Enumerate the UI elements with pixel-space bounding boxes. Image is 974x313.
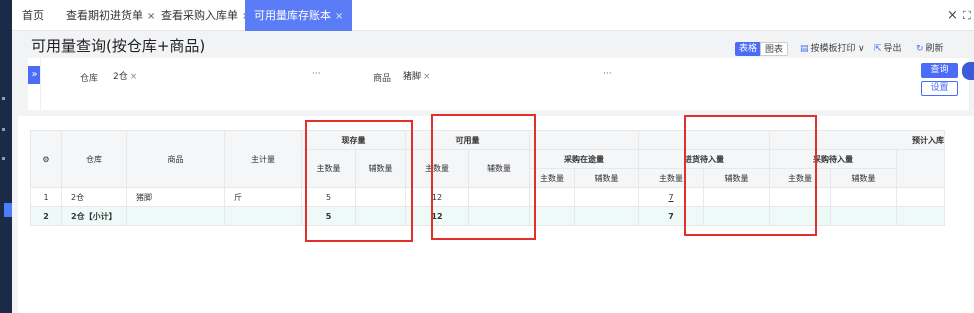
tab-opening-purchase[interactable]: 查看期初进货单 × (66, 0, 155, 31)
printer-icon: ▤ (800, 44, 809, 54)
cell-transit-main (529, 187, 575, 207)
print-template-button[interactable]: ▤ 按模板打印 (800, 42, 856, 56)
cell-unit: 斤 (224, 187, 302, 207)
tab-bar: 首页 查看期初进货单 × 查看采购入库单× 可用量库存账本 × × ⛶ (12, 0, 974, 31)
tab-home[interactable]: 首页 (22, 0, 44, 31)
export-label: 导出 (883, 44, 902, 54)
cell-transit-aux (574, 187, 639, 207)
cell-expected (896, 187, 945, 207)
chart-view-button[interactable]: 图表 (760, 42, 789, 56)
nav-dot (2, 97, 5, 100)
cell-transit-main (529, 206, 575, 226)
close-icon[interactable]: × (130, 72, 138, 82)
refresh-icon: ↻ (916, 44, 924, 54)
assistant-icon[interactable] (962, 62, 974, 80)
group-blank (529, 130, 639, 150)
export-icon: ⇱ (874, 44, 882, 54)
close-icon[interactable]: × (423, 72, 431, 82)
column-warehouse[interactable]: 仓库 (61, 130, 127, 188)
tab-purchase-receipt[interactable]: 查看采购入库单× (161, 0, 250, 31)
group-in-transit: 采购在途量 (529, 149, 639, 169)
product-label: 商品 (373, 74, 392, 84)
close-icon[interactable]: × (147, 11, 155, 22)
print-dropdown-icon[interactable]: ∨ (858, 42, 865, 56)
product-tag-label: 猪脚 (403, 72, 422, 82)
tab-available-ledger[interactable]: 可用量库存账本 × (245, 0, 353, 31)
sub-aux: 辅数量 (830, 168, 897, 188)
refresh-button[interactable]: ↻ 刷新 (916, 42, 944, 56)
annotation-box-pending-in (684, 115, 817, 236)
annotation-box-stock (305, 120, 413, 242)
cell-warehouse: 2仓【小计】 (61, 206, 127, 226)
page-title: 可用量查询(按仓库+商品) (31, 37, 206, 55)
close-icon[interactable]: × (335, 11, 343, 22)
row-index: 1 (30, 187, 62, 207)
warehouse-more-button[interactable]: ··· (312, 69, 321, 79)
warehouse-label: 仓库 (80, 74, 99, 84)
annotation-box-available (431, 114, 536, 240)
export-button[interactable]: ⇱ 导出 (874, 42, 902, 56)
tab-label: 查看期初进货单 (66, 9, 143, 22)
refresh-label: 刷新 (925, 44, 944, 54)
fullscreen-icon[interactable]: ⛶ (963, 0, 971, 31)
divider (40, 58, 41, 110)
tab-label: 首页 (22, 9, 44, 22)
product-more-button[interactable]: ··· (603, 69, 612, 79)
tab-label: 查看采购入库单 (161, 9, 238, 22)
column-unit[interactable]: 主计量 (224, 130, 302, 188)
cell-purchase-pending-aux (830, 206, 897, 226)
warehouse-tag-label: 2仓 (113, 72, 128, 82)
warehouse-tag[interactable]: 2仓 × (113, 69, 137, 82)
column-settings-icon[interactable]: ⚙ (30, 130, 62, 188)
cell-expected (896, 206, 945, 226)
close-window-icon[interactable]: × (947, 0, 958, 31)
nav-active-indicator[interactable] (4, 203, 12, 217)
print-label: 按模板打印 (810, 44, 856, 54)
row-index: 2 (30, 206, 62, 226)
sub-main: 主数量 (529, 168, 575, 188)
cell-purchase-pending-aux (830, 187, 897, 207)
column-product[interactable]: 商品 (126, 130, 225, 188)
nav-dot (2, 128, 5, 131)
table-view-button[interactable]: 表格 (735, 42, 762, 56)
settings-button[interactable]: 设置 (921, 81, 958, 96)
sub-aux: 辅数量 (574, 168, 639, 188)
filter-panel: » 仓库 2仓 × ··· 商品 猪脚 × ··· (28, 58, 969, 110)
tab-label: 可用量库存账本 (254, 9, 331, 22)
page-header: 可用量查询(按仓库+商品) 表格 图表 ▤ 按模板打印 ∨ ⇱ 导出 ↻ 刷新 (12, 31, 974, 57)
cell-transit-aux (574, 206, 639, 226)
query-button[interactable]: 查询 (921, 63, 958, 78)
cell-product (126, 206, 225, 226)
product-tag[interactable]: 猪脚 × (403, 69, 431, 82)
group-blank (896, 149, 945, 188)
nav-dot (2, 157, 5, 160)
cell-product: 猪脚 (126, 187, 225, 207)
cell-unit (224, 206, 302, 226)
cell-warehouse: 2仓 (61, 187, 127, 207)
left-nav-bar (0, 0, 12, 313)
